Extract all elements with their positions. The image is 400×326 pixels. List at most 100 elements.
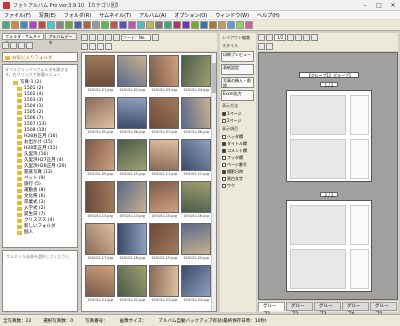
add-page-icon[interactable] — [258, 43, 265, 50]
scroll-thumb[interactable] — [212, 63, 216, 93]
checkbox-icon[interactable] — [222, 156, 226, 160]
last-page-icon[interactable] — [295, 34, 303, 41]
undo-icon[interactable] — [56, 21, 64, 29]
minimize-icon[interactable]: – — [358, 0, 372, 10]
rotate-left-icon[interactable] — [105, 34, 112, 41]
print-icon[interactable] — [29, 21, 37, 29]
copy-icon[interactable] — [38, 21, 46, 29]
menu-item[interactable]: アルバム(A) — [135, 12, 170, 19]
new-album-icon[interactable] — [2, 21, 10, 29]
show-option[interactable]: ページ番号 — [222, 162, 254, 168]
search-icon[interactable] — [97, 43, 104, 50]
redo-icon[interactable] — [65, 21, 73, 29]
display-option[interactable]: 2ページ — [222, 118, 254, 124]
print-preview-button[interactable]: 印刷プレビュー — [221, 51, 254, 62]
thumbnail-image[interactable] — [149, 223, 179, 255]
settings-icon[interactable] — [155, 21, 163, 29]
new-album-icon[interactable] — [83, 21, 91, 29]
settings-icon[interactable] — [74, 21, 82, 29]
paste-icon[interactable] — [128, 21, 136, 29]
menu-item[interactable]: ヘルプ(H) — [253, 12, 284, 19]
thumbnail-image[interactable] — [117, 265, 147, 297]
show-option[interactable]: 撮影日時 — [222, 169, 254, 175]
print-icon[interactable] — [110, 21, 118, 29]
thumbnail-item[interactable]: 150102-21.jpg — [85, 265, 115, 302]
thumbnail-item[interactable]: 150102-02.jpg — [117, 55, 147, 92]
thumbnail-item[interactable]: 150102-22.jpg — [117, 265, 147, 302]
thumbnail-item[interactable]: 150102-20.jpg — [181, 223, 211, 260]
menu-item[interactable]: ファイル(F) — [0, 12, 35, 19]
redo-icon[interactable] — [227, 21, 235, 29]
menu-item[interactable]: サムネイル(T) — [95, 12, 135, 19]
thumbnail-image[interactable] — [85, 139, 115, 171]
show-option[interactable]: ヘッダ欄 — [222, 134, 254, 140]
paste-icon[interactable] — [209, 21, 217, 29]
show-option[interactable]: フッタ欄 — [222, 155, 254, 161]
first-page-icon[interactable] — [258, 34, 265, 41]
new-folder-icon[interactable] — [10, 42, 17, 49]
thumbnail-image[interactable] — [85, 223, 115, 255]
tab-album-data[interactable]: アルバムデータ — [45, 33, 77, 45]
menu-item[interactable]: フォルダ(R) — [60, 12, 95, 19]
paste-icon[interactable] — [47, 21, 55, 29]
checkbox-icon[interactable] — [222, 170, 226, 174]
prev-page-icon[interactable] — [266, 34, 273, 41]
comment-slot[interactable] — [350, 95, 369, 135]
menu-item[interactable]: オプション(O) — [170, 12, 211, 19]
thumbnail-item[interactable]: 150102-07.jpg — [149, 97, 179, 134]
thumbnail-image[interactable] — [181, 55, 211, 87]
group-tab[interactable]: グループ1 — [258, 302, 285, 317]
thumbnail-item[interactable]: 150102-16.jpg — [181, 181, 211, 218]
thumbnail-image[interactable] — [85, 55, 115, 87]
thumbnail-item[interactable]: 150102-24.jpg — [181, 265, 211, 302]
thumbnail-image[interactable] — [85, 181, 115, 213]
menu-item[interactable]: ウィンドウ(W) — [211, 12, 253, 19]
zoom-out-icon[interactable] — [311, 34, 319, 41]
open-icon[interactable] — [173, 21, 181, 29]
sort-select[interactable]: ソート：No. — [121, 34, 151, 41]
thumbnail-image[interactable] — [117, 223, 147, 255]
next-page-icon[interactable] — [287, 34, 295, 41]
thumbnail-item[interactable]: 150102-12.jpg — [181, 139, 211, 176]
photo-slot[interactable] — [290, 139, 346, 179]
insert-delete-button[interactable]: 写真の挿入・削除 — [221, 77, 254, 88]
thumbnail-image[interactable] — [149, 139, 179, 171]
photo-slot[interactable] — [290, 95, 346, 135]
radio-icon[interactable] — [222, 119, 226, 123]
zoom-in-icon[interactable] — [303, 34, 311, 41]
settings-icon[interactable] — [236, 21, 244, 29]
rotate-right-icon[interactable] — [113, 34, 120, 41]
thumbnail-image[interactable] — [85, 97, 115, 129]
save-icon[interactable] — [101, 21, 109, 29]
open-icon[interactable] — [11, 21, 19, 29]
thumbnail-image[interactable] — [181, 181, 211, 213]
thumbnail-image[interactable] — [117, 139, 147, 171]
favorites-folder[interactable]: お気に入りフォルダ — [2, 52, 78, 62]
sort-order-icon[interactable] — [152, 34, 159, 41]
thumbnail-item[interactable]: 150102-05.jpg — [85, 97, 115, 134]
thumbnail-item[interactable]: 150102-03.jpg — [149, 55, 179, 92]
redo-icon[interactable] — [146, 21, 154, 29]
thumbnail-image[interactable] — [117, 97, 147, 129]
delete-page-icon[interactable] — [266, 43, 273, 50]
checkbox-icon[interactable] — [222, 184, 226, 188]
thumbnail-item[interactable]: 150102-13.jpg — [85, 181, 115, 218]
thumbnail-image[interactable] — [149, 181, 179, 213]
comment-slot[interactable] — [350, 139, 369, 179]
thumbnail-image[interactable] — [181, 223, 211, 255]
maximize-icon[interactable]: □ — [372, 0, 386, 10]
thumbnail-image[interactable] — [149, 265, 179, 297]
thumbnail-image[interactable] — [181, 97, 211, 129]
undo-icon[interactable] — [218, 21, 226, 29]
thumbnail-image[interactable] — [181, 139, 211, 171]
refresh-icon[interactable] — [18, 42, 25, 49]
group-tab[interactable]: グループ3 — [314, 302, 341, 317]
album-page-1[interactable] — [286, 90, 372, 182]
show-option[interactable]: タイトル欄 — [222, 141, 254, 147]
view-small-icon[interactable] — [89, 34, 96, 41]
photo-slot[interactable] — [290, 249, 346, 289]
select-all-icon[interactable] — [81, 43, 88, 50]
thumbnail-image[interactable] — [85, 265, 115, 297]
thumbnail-image[interactable] — [149, 55, 179, 87]
view-list-icon[interactable] — [97, 34, 104, 41]
